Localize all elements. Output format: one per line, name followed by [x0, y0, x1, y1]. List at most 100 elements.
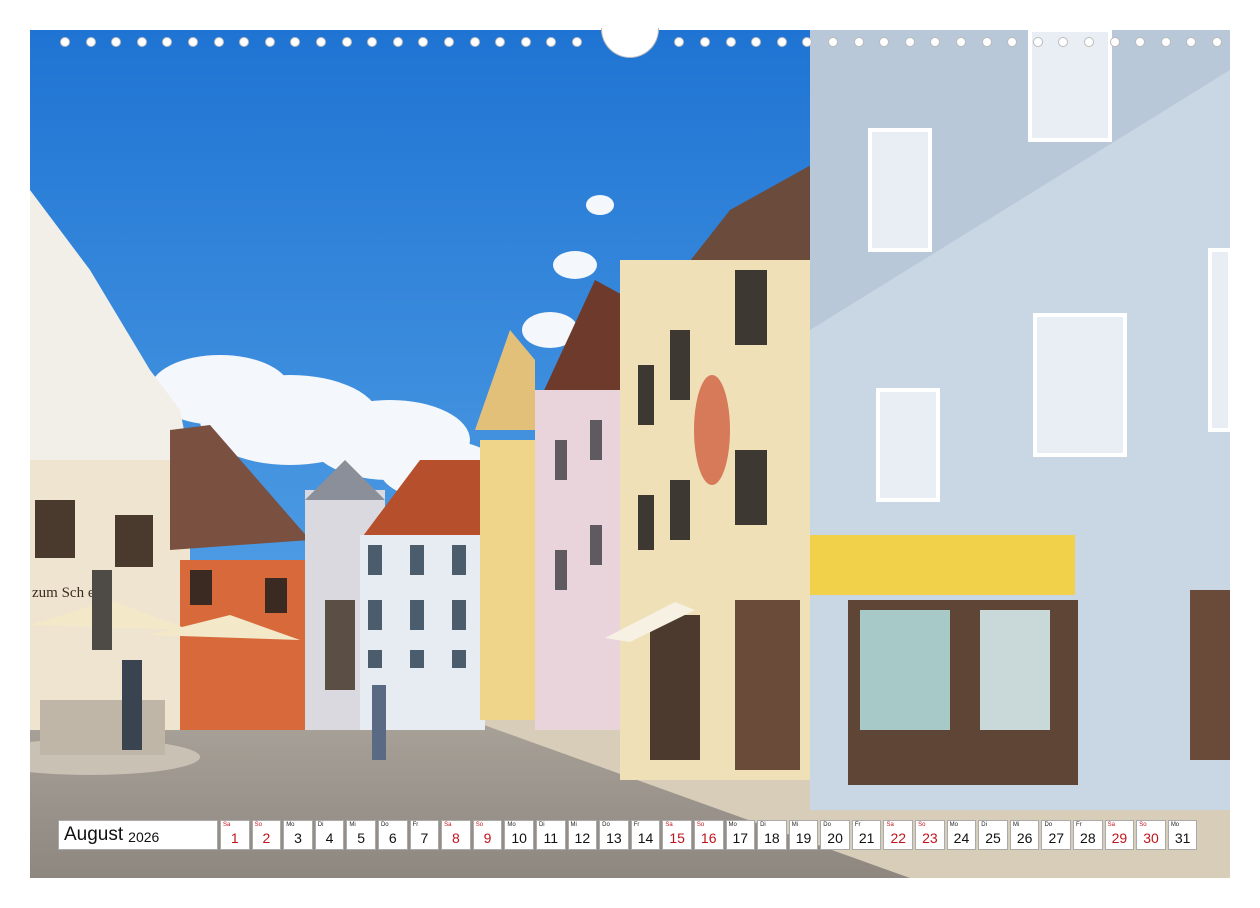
calendar-day: Fr 7 [409, 820, 440, 850]
month-label: August 2026 [58, 820, 218, 850]
weekday-label: Sa [1107, 822, 1115, 828]
binding-hole [879, 37, 890, 47]
weekday-label: Sa [665, 822, 673, 828]
binding-hole [700, 37, 710, 47]
binding-hole [1135, 37, 1146, 47]
binding-hole [956, 37, 966, 47]
binding-hole [444, 37, 454, 47]
binding-hole [60, 37, 70, 47]
weekday-label: Di [760, 822, 766, 828]
day-number: 1 [230, 830, 239, 846]
day-number: 23 [922, 830, 938, 846]
weekday-label: Do [602, 822, 610, 828]
binding-hole [213, 37, 224, 47]
binding-hole [828, 37, 838, 47]
weekday-label: Di [538, 822, 545, 828]
calendar-day: So 9 [472, 820, 503, 850]
day-number: 30 [1143, 830, 1159, 846]
day-number: 8 [452, 830, 460, 846]
weekday-label: Mi [1012, 822, 1020, 828]
yellow-house [480, 440, 540, 720]
weekday-label: Fr [412, 822, 419, 828]
binding-hole [674, 37, 685, 47]
calendar-day: Sa 22 [883, 820, 914, 850]
binding-hole [572, 37, 582, 47]
weekday-label: Di [317, 822, 324, 828]
day-number: 4 [325, 830, 334, 846]
calendar-day: Mo 17 [725, 820, 756, 850]
day-number: 25 [985, 830, 1001, 846]
weekday-label: Fr [854, 822, 861, 828]
weekday-label: Mo [286, 822, 295, 828]
person [122, 660, 142, 750]
day-number: 10 [511, 830, 527, 846]
day-number: 28 [1080, 830, 1096, 846]
day-number: 24 [953, 830, 970, 846]
calendar-day: Sa 15 [662, 820, 692, 850]
weekday-label: Di [981, 822, 987, 828]
weekday-label: So [1139, 822, 1147, 828]
calendar-day: So 2 [251, 820, 282, 850]
calendar-day: Di 18 [757, 820, 787, 850]
day-number: 27 [1048, 830, 1065, 846]
binding-hole [1007, 37, 1018, 47]
calendar-day: So 23 [915, 820, 945, 850]
calendar-day: So 30 [1136, 820, 1166, 850]
calendar-day: Do 6 [377, 820, 408, 850]
binding-hole [1109, 37, 1120, 47]
weekday-label: Mo [1170, 822, 1180, 828]
calendar-day: Di 4 [314, 820, 345, 850]
calendar-day: Do 27 [1041, 820, 1072, 850]
day-number: 7 [420, 830, 429, 846]
binding-hole [85, 37, 96, 47]
weekday-label: Do [1044, 822, 1053, 828]
binding-hole [904, 37, 915, 47]
calendar-photo: zum Sch ein [30, 30, 1230, 878]
day-number: 9 [483, 830, 492, 846]
weekday-label: Mo [949, 822, 958, 828]
day-number: 3 [294, 830, 302, 846]
day-number: 21 [858, 830, 875, 846]
pink-house [535, 390, 625, 730]
calendar-day: Sa 29 [1104, 820, 1135, 850]
calendar-day: So 16 [693, 820, 724, 850]
binding-hole [264, 37, 275, 47]
shop-awning [810, 535, 1075, 595]
day-number: 18 [764, 830, 780, 846]
binding-hole [495, 37, 506, 47]
day-number: 2 [262, 830, 271, 846]
weekday-label: So [254, 822, 262, 828]
weekday-label: So [918, 822, 926, 828]
month-year: 2026 [128, 828, 160, 845]
binding-hole [802, 37, 813, 47]
binding-hole [1084, 37, 1094, 47]
binding-hole [930, 37, 941, 47]
day-number: 13 [606, 830, 622, 846]
calendar-day: Mo 31 [1167, 820, 1198, 850]
calendar-day: Mo 24 [946, 820, 977, 850]
weekday-label: Mo [728, 822, 737, 828]
calendar-day: Sa 1 [220, 820, 250, 850]
binding-hole [776, 37, 787, 47]
weekday-label: Sa [444, 822, 452, 828]
binding-hole [725, 37, 736, 47]
weekday-label: Mi [570, 822, 577, 828]
calendar-day: Di 11 [535, 820, 566, 850]
day-number: 17 [732, 830, 749, 846]
binding-hole [188, 37, 198, 47]
binding-hole [239, 37, 250, 47]
calendar-day: Mi 5 [346, 820, 376, 850]
day-number: 20 [827, 830, 843, 846]
calendar-day: Mi 26 [1009, 820, 1040, 850]
weekday-label: Do [823, 822, 831, 828]
binding-hole [162, 37, 173, 47]
binding-hole [367, 37, 378, 47]
binding-hole [469, 37, 480, 47]
calendar-day: Do 20 [820, 820, 850, 850]
weekday-label: So [696, 822, 705, 828]
weekday-label: Do [380, 822, 389, 828]
day-number: 31 [1174, 830, 1191, 846]
binding-hole [1058, 37, 1069, 47]
day-number: 5 [357, 830, 366, 846]
day-number: 19 [795, 830, 812, 846]
